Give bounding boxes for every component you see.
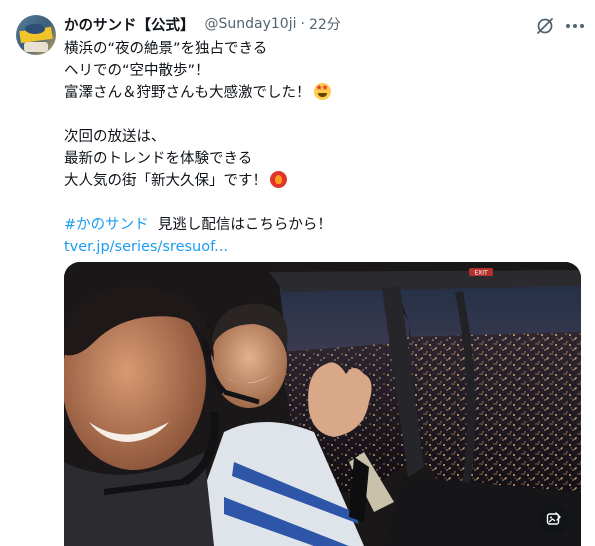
tweet-photo[interactable]: EXIT bbox=[64, 262, 581, 546]
author-handle[interactable]: @Sunday10ji bbox=[205, 16, 297, 32]
more-icon[interactable] bbox=[565, 14, 585, 38]
tweet-line-text: 見逃し配信はこちらから！ bbox=[157, 217, 332, 233]
avatar[interactable] bbox=[16, 15, 56, 55]
heart-on-fire-emoji bbox=[270, 171, 287, 188]
avatar-logo-top bbox=[25, 24, 45, 34]
helicopter-photo: EXIT bbox=[64, 262, 581, 546]
tweet-text: 横浜の“夜の絶景”を独占できる ヘリでの“空中散歩”！ 富澤さん＆狩野さんも大感… bbox=[64, 38, 579, 258]
external-link[interactable]: tver.jp/series/sresuof... bbox=[64, 239, 228, 255]
exit-sign-text: EXIT bbox=[474, 270, 488, 277]
avatar-logo-bottom bbox=[24, 42, 48, 52]
tweet-line: 大人気の街「新大久保」です！ bbox=[64, 170, 579, 192]
tweet-line-text: 富澤さん＆狩野さんも大感激でした！ bbox=[64, 85, 311, 101]
hashtag-link[interactable]: #かのサンド bbox=[64, 217, 149, 233]
alt-edit-icon[interactable] bbox=[539, 504, 569, 534]
tweet-line: 富澤さん＆狩野さんも大感激でした！ bbox=[64, 82, 579, 104]
tweet-line-text: 大人気の街「新大久保」です！ bbox=[64, 173, 267, 189]
tweet-timestamp[interactable]: 22分 bbox=[309, 14, 341, 34]
header-separator: · bbox=[300, 16, 305, 32]
author-name[interactable]: かのサンド【公式】 bbox=[64, 14, 195, 35]
tweet-line: tver.jp/series/sresuof... bbox=[64, 236, 579, 258]
star-struck-emoji bbox=[313, 83, 331, 100]
tweet-line: 横浜の“夜の絶景”を独占できる bbox=[64, 41, 268, 57]
tweet-line: #かのサンド 見逃し配信はこちらから！ bbox=[64, 214, 579, 236]
tweet-line: 次回の放送は、 bbox=[64, 129, 166, 145]
tweet-line: ヘリでの“空中散歩”！ bbox=[64, 63, 210, 79]
tweet-header: かのサンド【公式】 @Sunday10ji · 22分 bbox=[64, 14, 341, 34]
tweet-line: 最新のトレンドを体験できる bbox=[64, 151, 253, 167]
grok-icon[interactable] bbox=[533, 14, 557, 38]
